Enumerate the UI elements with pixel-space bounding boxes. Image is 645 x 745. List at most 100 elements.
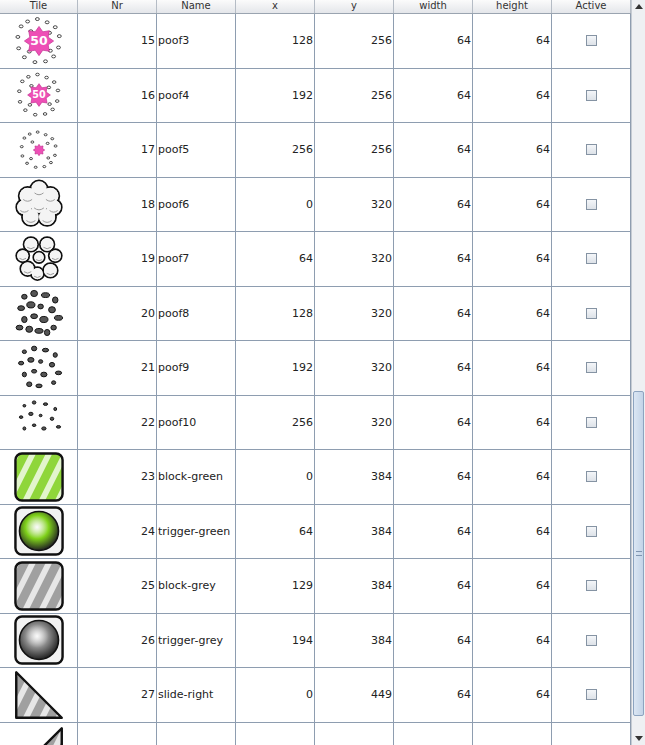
width-cell[interactable]: 64	[394, 232, 473, 286]
y-cell[interactable]: 320	[315, 341, 394, 395]
scroll-track[interactable]	[632, 13, 645, 732]
scroll-thumb[interactable]	[633, 391, 644, 716]
table-row[interactable]: 17poof52562566464	[0, 123, 631, 178]
x-cell[interactable]: 128	[236, 14, 315, 68]
column-header[interactable]: Name	[157, 0, 236, 13]
x-cell[interactable]: 128	[236, 287, 315, 341]
name-cell[interactable]: trigger-grey	[157, 614, 236, 668]
x-cell[interactable]: 0	[236, 178, 315, 232]
name-cell[interactable]: block-grey	[157, 559, 236, 613]
height-cell[interactable]: 64	[473, 505, 552, 559]
scroll-down-button[interactable]	[632, 732, 645, 745]
name-cell[interactable]: poof9	[157, 341, 236, 395]
active-checkbox[interactable]	[586, 144, 597, 155]
name-cell[interactable]: poof4	[157, 69, 236, 123]
x-cell[interactable]: 129	[236, 559, 315, 613]
y-cell[interactable]: 256	[315, 123, 394, 177]
active-checkbox[interactable]	[586, 526, 597, 537]
table-row[interactable]: 25block-grey1293846464	[0, 559, 631, 614]
name-cell[interactable]: poof5	[157, 123, 236, 177]
height-cell[interactable]: 64	[473, 287, 552, 341]
active-checkbox[interactable]	[586, 417, 597, 428]
width-cell[interactable]: 64	[394, 123, 473, 177]
width-cell[interactable]: 64	[394, 505, 473, 559]
width-cell[interactable]: 64	[394, 559, 473, 613]
x-cell[interactable]: 192	[236, 341, 315, 395]
y-cell[interactable]: 256	[315, 14, 394, 68]
active-checkbox[interactable]	[586, 362, 597, 373]
height-cell[interactable]: 64	[473, 341, 552, 395]
x-cell[interactable]: 192	[236, 69, 315, 123]
width-cell[interactable]: 64	[394, 668, 473, 722]
table-row[interactable]: 23block-green03846464	[0, 450, 631, 505]
table-row[interactable]: 5015poof31282566464	[0, 14, 631, 69]
name-cell[interactable]: slide-right	[157, 668, 236, 722]
width-cell[interactable]: 64	[394, 341, 473, 395]
column-header[interactable]: height	[473, 0, 552, 13]
x-cell[interactable]: 0	[236, 668, 315, 722]
height-cell[interactable]: 64	[473, 668, 552, 722]
table-row[interactable]: 27slide-right04496464	[0, 668, 631, 723]
name-cell[interactable]: poof7	[157, 232, 236, 286]
y-cell[interactable]: 384	[315, 559, 394, 613]
height-cell[interactable]: 64	[473, 614, 552, 668]
table-row[interactable]: 20poof81283206464	[0, 287, 631, 342]
active-checkbox[interactable]	[586, 199, 597, 210]
table-row[interactable]: 5016poof41922566464	[0, 69, 631, 124]
table-row[interactable]: 22poof102563206464	[0, 396, 631, 451]
y-cell[interactable]: 320	[315, 232, 394, 286]
width-cell[interactable]: 64	[394, 287, 473, 341]
column-header[interactable]: y	[315, 0, 394, 13]
table-row-partial[interactable]	[0, 723, 631, 745]
height-cell[interactable]: 64	[473, 69, 552, 123]
column-header[interactable]: Nr	[78, 0, 157, 13]
name-cell[interactable]: poof6	[157, 178, 236, 232]
x-cell[interactable]: 256	[236, 123, 315, 177]
y-cell[interactable]: 320	[315, 178, 394, 232]
y-cell[interactable]: 320	[315, 396, 394, 450]
active-checkbox[interactable]	[586, 35, 597, 46]
width-cell[interactable]: 64	[394, 450, 473, 504]
table-row[interactable]: 21poof91923206464	[0, 341, 631, 396]
width-cell[interactable]: 64	[394, 614, 473, 668]
name-cell[interactable]: poof10	[157, 396, 236, 450]
x-cell[interactable]: 0	[236, 450, 315, 504]
column-header[interactable]: width	[394, 0, 473, 13]
scroll-up-button[interactable]	[632, 0, 645, 13]
height-cell[interactable]: 64	[473, 559, 552, 613]
name-cell[interactable]: poof8	[157, 287, 236, 341]
x-cell[interactable]: 256	[236, 396, 315, 450]
active-checkbox[interactable]	[586, 308, 597, 319]
y-cell[interactable]: 384	[315, 505, 394, 559]
width-cell[interactable]: 64	[394, 14, 473, 68]
x-cell[interactable]: 194	[236, 614, 315, 668]
y-cell[interactable]: 449	[315, 668, 394, 722]
width-cell[interactable]: 64	[394, 69, 473, 123]
active-checkbox[interactable]	[586, 90, 597, 101]
active-checkbox[interactable]	[586, 635, 597, 646]
width-cell[interactable]: 64	[394, 178, 473, 232]
name-cell[interactable]: block-green	[157, 450, 236, 504]
name-cell[interactable]: trigger-green	[157, 505, 236, 559]
column-header[interactable]: x	[236, 0, 315, 13]
table-row[interactable]: 18poof603206464	[0, 178, 631, 233]
y-cell[interactable]: 320	[315, 287, 394, 341]
table-row[interactable]: 19poof7643206464	[0, 232, 631, 287]
height-cell[interactable]: 64	[473, 396, 552, 450]
y-cell[interactable]: 256	[315, 69, 394, 123]
width-cell[interactable]: 64	[394, 396, 473, 450]
column-header[interactable]: Tile	[0, 0, 78, 13]
height-cell[interactable]: 64	[473, 123, 552, 177]
y-cell[interactable]: 384	[315, 450, 394, 504]
column-header[interactable]: Active	[552, 0, 631, 13]
height-cell[interactable]: 64	[473, 232, 552, 286]
height-cell[interactable]: 64	[473, 178, 552, 232]
table-row[interactable]: 24trigger-green643846464	[0, 505, 631, 560]
active-checkbox[interactable]	[586, 689, 597, 700]
y-cell[interactable]: 384	[315, 614, 394, 668]
table-row[interactable]: 26trigger-grey1943846464	[0, 614, 631, 669]
active-checkbox[interactable]	[586, 253, 597, 264]
x-cell[interactable]: 64	[236, 232, 315, 286]
height-cell[interactable]: 64	[473, 450, 552, 504]
name-cell[interactable]: poof3	[157, 14, 236, 68]
